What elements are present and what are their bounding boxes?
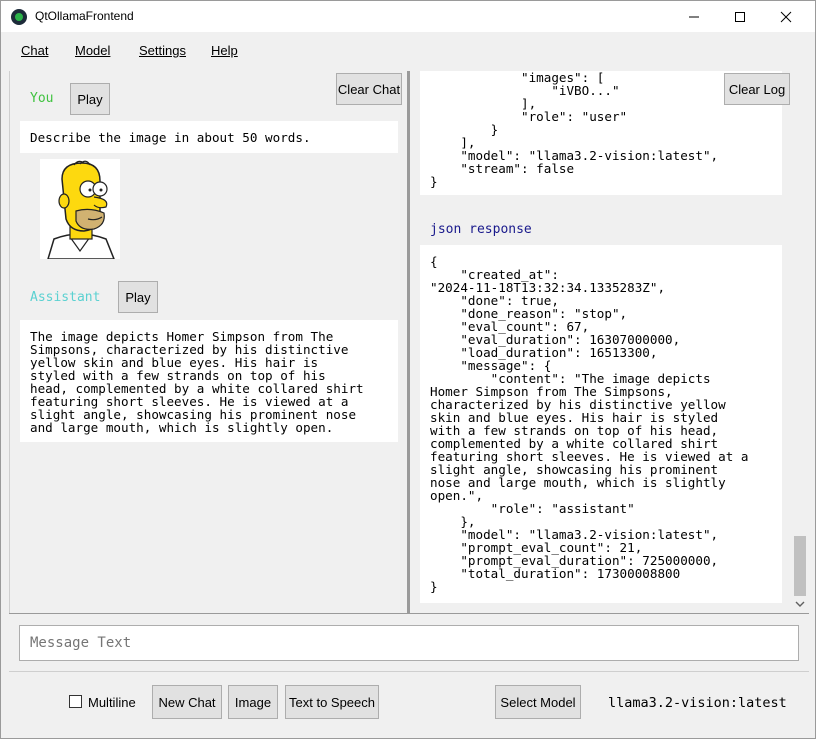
user-message: Describe the image in about 50 words. bbox=[20, 121, 398, 153]
assistant-line: and large mouth, which is slightly open. bbox=[30, 420, 334, 435]
user-play-button[interactable]: Play bbox=[70, 83, 110, 115]
menu-settings[interactable]: Settings bbox=[139, 43, 186, 58]
assistant-role-label: Assistant bbox=[30, 290, 101, 305]
menu-bar: Chat Model Settings Help bbox=[1, 39, 815, 63]
minimize-button[interactable] bbox=[671, 1, 717, 32]
menu-help[interactable]: Help bbox=[211, 43, 238, 58]
window-title: QtOllamaFrontend bbox=[35, 9, 134, 23]
assistant-play-button[interactable]: Play bbox=[118, 281, 158, 313]
assistant-message: The image depicts Homer Simpson from The… bbox=[20, 320, 398, 442]
close-icon bbox=[780, 11, 792, 22]
homer-image-drawing bbox=[40, 159, 120, 260]
log-scroll-thumb[interactable] bbox=[794, 536, 806, 596]
menu-model[interactable]: Model bbox=[75, 43, 110, 58]
text-to-speech-button[interactable]: Text to Speech bbox=[285, 685, 379, 719]
new-chat-button[interactable]: New Chat bbox=[152, 685, 222, 719]
json-line: "total_duration": 17300008800 bbox=[430, 566, 681, 581]
maximize-button[interactable] bbox=[717, 1, 763, 32]
log-scrollbar[interactable] bbox=[792, 71, 808, 613]
select-model-button[interactable]: Select Model bbox=[495, 685, 581, 719]
image-button[interactable]: Image bbox=[228, 685, 278, 719]
clear-log-button[interactable]: Clear Log bbox=[724, 73, 790, 105]
json-line: } bbox=[430, 174, 438, 189]
json-line: } bbox=[430, 579, 438, 594]
scroll-down-arrow-icon[interactable] bbox=[795, 599, 805, 609]
json-response-header: json response bbox=[430, 222, 532, 237]
app-window: QtOllamaFrontend Chat Model Settings Hel… bbox=[0, 0, 816, 739]
minimize-icon bbox=[689, 16, 699, 17]
json-response-box: { "created_at": "2024-11-18T13:32:34.1335… bbox=[420, 245, 782, 603]
close-button[interactable] bbox=[763, 1, 809, 32]
json-line: } bbox=[430, 122, 499, 137]
chat-pane: You Play Clear Chat Describe the image i… bbox=[9, 71, 407, 613]
menu-chat[interactable]: Chat bbox=[21, 43, 48, 58]
log-pane: "images": [ "iVBO..." ], "role": "user" … bbox=[410, 71, 808, 613]
json-line: "stream": false bbox=[430, 161, 575, 176]
app-icon bbox=[11, 9, 27, 25]
message-input[interactable] bbox=[19, 625, 799, 661]
user-role-label: You bbox=[30, 91, 54, 106]
multiline-checkbox[interactable] bbox=[69, 695, 82, 708]
clear-chat-button[interactable]: Clear Chat bbox=[336, 73, 402, 105]
title-bar: QtOllamaFrontend bbox=[1, 1, 815, 32]
multiline-label: Multiline bbox=[88, 695, 136, 710]
homer-simpson-image bbox=[40, 159, 120, 260]
json-line: "role": "assistant" bbox=[430, 501, 635, 516]
current-model-label: llama3.2-vision:latest bbox=[608, 695, 787, 711]
maximize-icon bbox=[735, 11, 745, 22]
